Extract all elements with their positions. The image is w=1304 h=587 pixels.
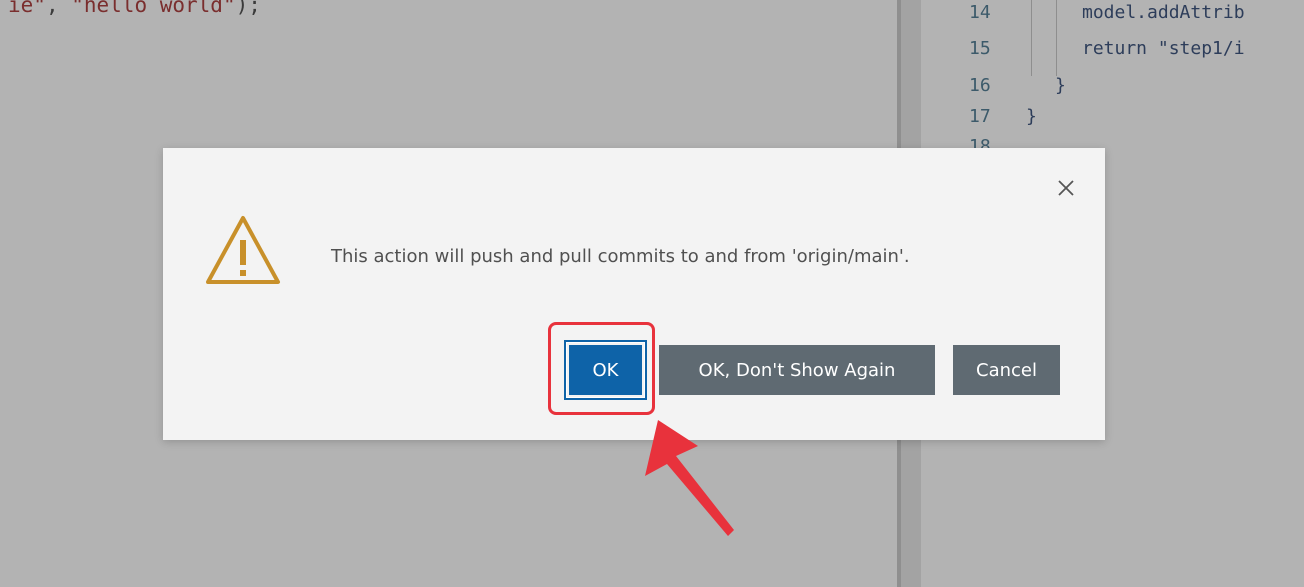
code-row: 14 model.addAttrib — [921, 2, 1304, 28]
ok-dont-show-again-button[interactable]: OK, Don't Show Again — [659, 345, 935, 395]
line-number: 15 — [969, 38, 991, 59]
close-icon[interactable] — [1054, 176, 1078, 200]
code-punctuation: ); — [235, 0, 261, 17]
cancel-button[interactable]: Cancel — [953, 345, 1060, 395]
dialog-message: This action will push and pull commits t… — [331, 246, 910, 267]
code-punctuation: , — [45, 0, 72, 17]
code-row: 15 return "step1/i — [921, 38, 1304, 64]
code-row: 16 } — [921, 75, 1304, 101]
code-string: "hello world" — [71, 0, 236, 17]
close-icon-glyph — [1058, 180, 1074, 196]
code-text: model.addAttrib — [1082, 2, 1245, 23]
warning-icon — [203, 212, 283, 290]
confirm-dialog: This action will push and pull commits t… — [163, 148, 1105, 440]
code-line: ie", "hello world"); — [8, 0, 261, 17]
code-text: } — [1026, 106, 1037, 127]
code-string: ie" — [8, 0, 46, 17]
ok-button[interactable]: OK — [564, 340, 647, 400]
code-text: } — [1055, 75, 1066, 96]
code-text: return "step1/i — [1082, 38, 1245, 59]
code-row: 17 } — [921, 106, 1304, 132]
line-number: 17 — [969, 106, 991, 127]
line-number: 14 — [969, 2, 991, 23]
line-number: 16 — [969, 75, 991, 96]
